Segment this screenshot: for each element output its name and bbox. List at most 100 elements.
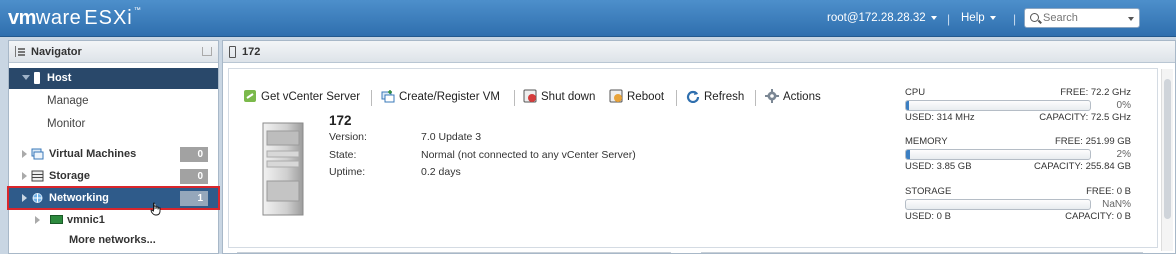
- sidebar-item-monitor[interactable]: Monitor: [47, 118, 85, 130]
- refresh-button[interactable]: Refresh: [686, 89, 744, 107]
- server-image: [262, 122, 304, 216]
- sidebar-item-label: Storage: [49, 170, 90, 182]
- shut-down-icon: [523, 89, 537, 103]
- count-badge: 0: [180, 169, 208, 184]
- sidebar-item-label: Virtual Machines: [49, 148, 137, 160]
- reboot-icon: [609, 89, 623, 103]
- memory-usage-fill: [906, 150, 910, 159]
- state-value: Normal (not connected to any vCenter Ser…: [421, 149, 636, 161]
- expand-arrow-icon[interactable]: [22, 150, 27, 158]
- hand-cursor-icon: [150, 202, 161, 216]
- expand-arrow-icon[interactable]: [22, 75, 30, 80]
- memory-capacity: CAPACITY: 255.84 GB: [1034, 161, 1131, 172]
- expand-arrow-icon[interactable]: [22, 172, 27, 180]
- get-vcenter-button[interactable]: Get vCenter Server: [243, 89, 360, 107]
- page-title: 172: [242, 46, 261, 58]
- sidebar-item-label: Host: [47, 72, 72, 84]
- sidebar-item-manage[interactable]: Manage: [47, 95, 89, 107]
- toolbar-divider: [514, 90, 515, 106]
- storage-stat: STORAGE FREE: 0 B NaN% USED: 0 B CAPACITY:…: [905, 186, 1131, 223]
- version-value: 7.0 Update 3: [421, 131, 482, 143]
- storage-usage-bar: [905, 199, 1091, 210]
- cpu-usage-fill: [906, 101, 909, 110]
- sidebar-item-storage[interactable]: Storage 0: [9, 166, 218, 186]
- more-networks-link[interactable]: More networks...: [69, 234, 156, 246]
- cpu-percent: 0%: [1116, 100, 1131, 111]
- main-panel: 172 Get vCenter Server Create/Register V…: [222, 40, 1176, 254]
- shut-down-button[interactable]: Shut down: [523, 89, 595, 107]
- cpu-free: FREE: 72.2 GHz: [1060, 87, 1131, 98]
- sidebar-item-virtual-machines[interactable]: Virtual Machines 0: [9, 144, 218, 164]
- uptime-label: Uptime:: [329, 166, 366, 178]
- create-register-vm-button[interactable]: Create/Register VM: [381, 89, 500, 107]
- uptime-value: 0.2 days: [421, 166, 461, 178]
- actions-button[interactable]: Actions: [765, 89, 821, 107]
- help-label: Help: [961, 12, 985, 24]
- chevron-down-icon: [989, 15, 996, 20]
- collapse-icon[interactable]: [202, 47, 212, 56]
- chevron-down-icon: [930, 15, 937, 20]
- toolbar-label: Reboot: [627, 91, 665, 103]
- search-box[interactable]: [1024, 8, 1140, 28]
- version-label: Version:: [329, 131, 367, 143]
- network-card-icon: [50, 215, 63, 224]
- scrollbar[interactable]: [1161, 69, 1173, 251]
- create-vm-icon: [381, 90, 395, 103]
- state-label: State:: [329, 149, 357, 161]
- memory-free: FREE: 251.99 GB: [1054, 136, 1131, 147]
- chevron-down-icon[interactable]: [1128, 17, 1134, 21]
- count-badge: 0: [180, 147, 208, 162]
- sidebar-item-host[interactable]: Host: [9, 68, 218, 89]
- search-input[interactable]: [1043, 11, 1123, 25]
- server-icon: [229, 46, 236, 58]
- cpu-used: USED: 314 MHz: [905, 112, 975, 123]
- sidebar-item-networking[interactable]: Networking 1: [7, 186, 220, 210]
- toolbar-divider: [755, 90, 756, 106]
- header-separator: |: [1013, 12, 1017, 26]
- reboot-button[interactable]: Reboot: [609, 89, 664, 107]
- toolbar-divider: [371, 90, 372, 106]
- cpu-label: CPU: [905, 87, 926, 98]
- expand-arrow-icon[interactable]: [35, 216, 40, 224]
- navigator-title: Navigator: [31, 46, 82, 58]
- scrollbar-thumb[interactable]: [1164, 79, 1171, 219]
- navigator-header: Navigator: [9, 41, 218, 63]
- memory-used: USED: 3.85 GB: [905, 161, 972, 172]
- cpu-capacity: CAPACITY: 72.5 GHz: [1039, 112, 1131, 123]
- sidebar-item-label: vmnic1: [67, 214, 105, 226]
- toolbar-label: Refresh: [704, 91, 745, 103]
- toolbar-label: Actions: [783, 91, 821, 103]
- header-separator: |: [947, 12, 951, 26]
- count-badge: 1: [180, 191, 208, 206]
- memory-percent: 2%: [1116, 149, 1131, 160]
- server-icon: [34, 72, 40, 84]
- toolbar-label: Create/Register VM: [399, 91, 500, 103]
- sidebar-item-vmnic1[interactable]: vmnic1: [9, 211, 218, 229]
- storage-free: FREE: 0 B: [1086, 186, 1131, 197]
- main-header: 172: [223, 41, 1175, 63]
- user-label: root@172.28.28.32: [827, 12, 926, 24]
- toolbar-label: Get vCenter Server: [261, 91, 361, 103]
- host-name: 172: [329, 113, 352, 128]
- user-menu[interactable]: root@172.28.28.32: [827, 12, 937, 24]
- expand-arrow-icon[interactable]: [22, 194, 27, 202]
- memory-usage-bar: [905, 149, 1091, 160]
- vmware-logo: vmware ESXi™: [8, 7, 142, 29]
- memory-label: MEMORY: [905, 136, 948, 147]
- storage-label: STORAGE: [905, 186, 952, 197]
- vcenter-icon: [244, 90, 256, 102]
- navigator-icon: [15, 46, 26, 57]
- top-bar: vmware ESXi™ root@172.28.28.32 | Help |: [0, 0, 1176, 37]
- gear-icon: [765, 89, 779, 103]
- storage-percent: NaN%: [1102, 199, 1131, 210]
- toolbar-label: Shut down: [541, 91, 596, 103]
- help-menu[interactable]: Help: [961, 12, 996, 24]
- toolbar-divider: [676, 90, 677, 106]
- cpu-usage-bar: [905, 100, 1091, 111]
- memory-stat: MEMORY FREE: 251.99 GB 2% USED: 3.85 GB CA…: [905, 136, 1131, 173]
- cpu-stat: CPU FREE: 72.2 GHz 0% USED: 314 MHz CAPACI…: [905, 87, 1131, 124]
- virtual-machines-icon: [31, 148, 44, 160]
- storage-used: USED: 0 B: [905, 211, 951, 222]
- refresh-icon: [686, 90, 700, 103]
- navigator-panel: Navigator Host Manage Monitor Virtual Ma…: [7, 40, 220, 254]
